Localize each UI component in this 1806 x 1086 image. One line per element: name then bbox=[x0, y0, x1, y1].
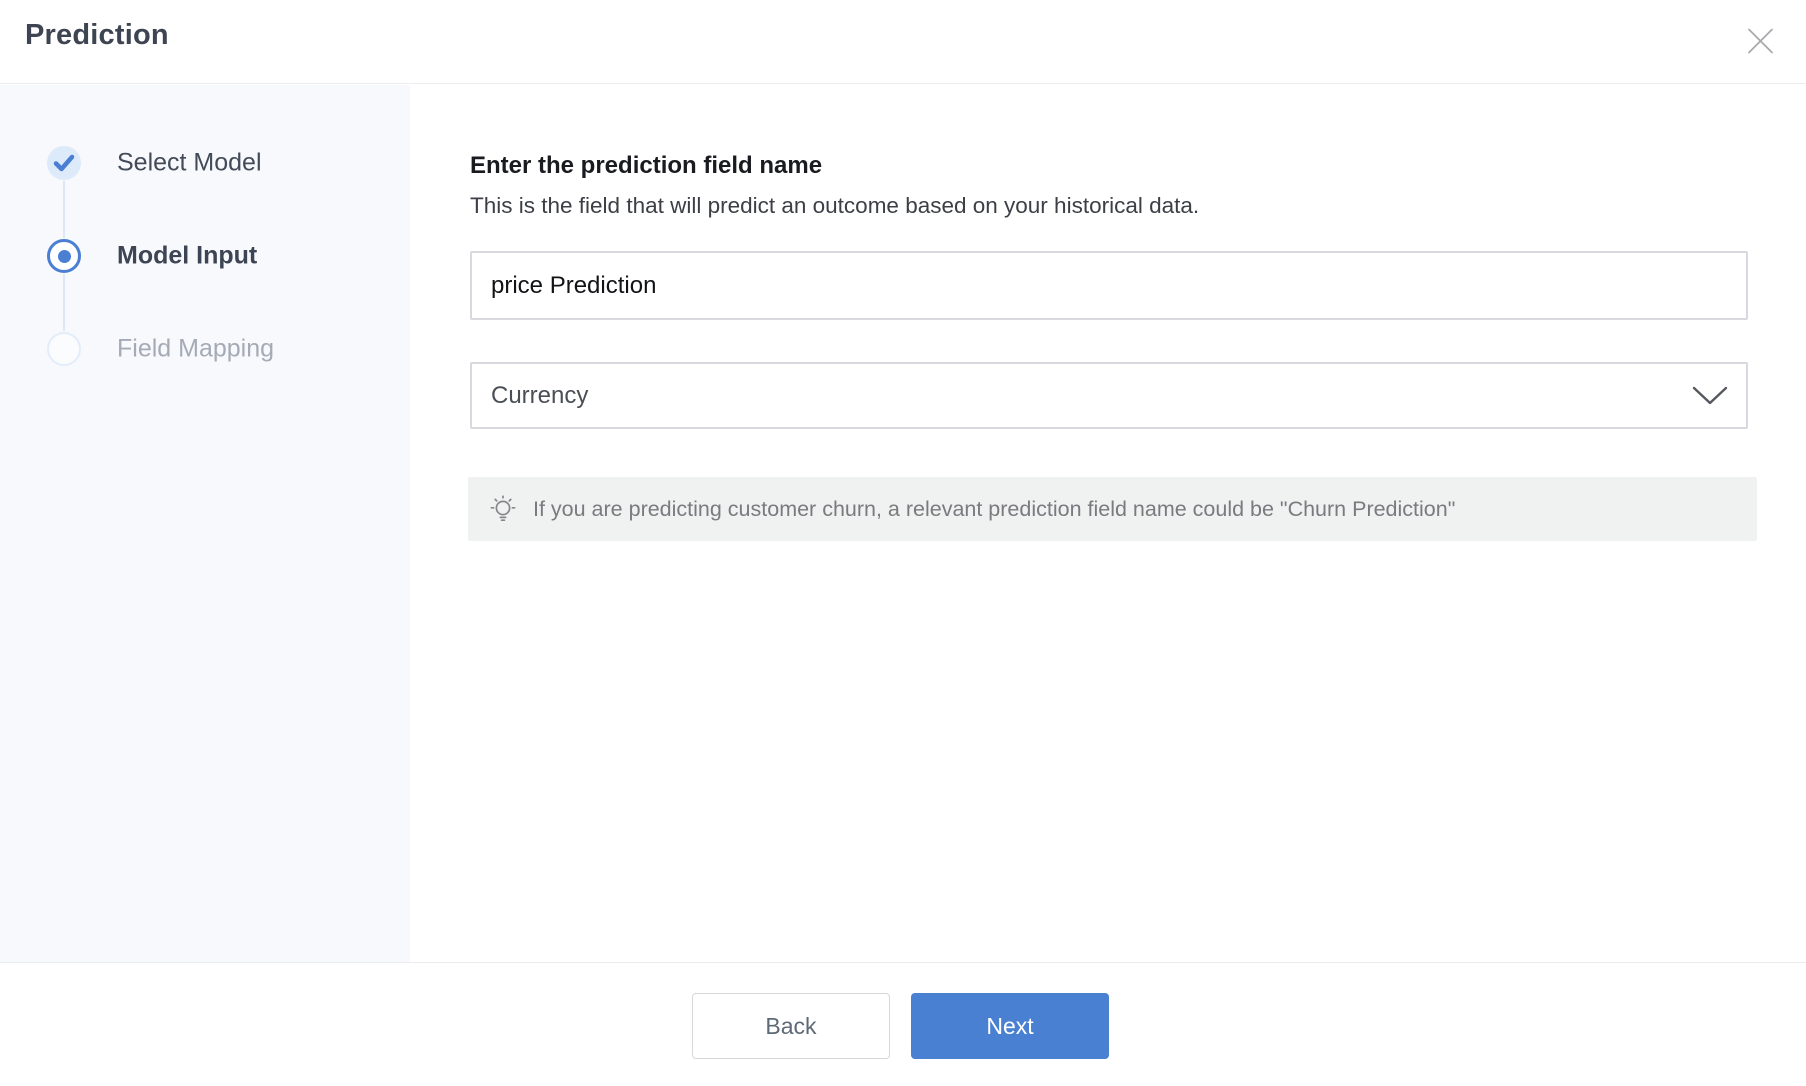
field-type-select[interactable]: Currency bbox=[470, 362, 1748, 429]
prediction-field-name-input[interactable] bbox=[470, 251, 1748, 320]
back-button[interactable]: Back bbox=[692, 993, 890, 1059]
close-icon bbox=[1747, 28, 1774, 54]
next-button[interactable]: Next bbox=[911, 993, 1109, 1059]
lightbulb-icon bbox=[488, 494, 518, 524]
dialog-footer: Back Next bbox=[0, 962, 1806, 1086]
prediction-dialog: Prediction Select Model Model Input Fiel… bbox=[0, 0, 1806, 1086]
close-button[interactable] bbox=[1742, 23, 1778, 59]
tip-banner: If you are predicting customer churn, a … bbox=[468, 477, 1757, 541]
form-description: This is the field that will predict an o… bbox=[470, 193, 1200, 218]
page-title: Prediction bbox=[25, 19, 169, 51]
form-heading: Enter the prediction field name bbox=[470, 152, 823, 179]
step-label: Field Mapping bbox=[117, 334, 275, 363]
step-label: Select Model bbox=[117, 148, 262, 177]
empty-circle-icon bbox=[47, 332, 81, 366]
check-icon bbox=[47, 146, 81, 180]
dialog-header: Prediction bbox=[0, 0, 1806, 84]
step-select-model[interactable]: Select Model bbox=[0, 146, 410, 180]
radio-dot-icon bbox=[47, 239, 81, 273]
stepper-sidebar: Select Model Model Input Field Mapping bbox=[0, 85, 410, 962]
field-type-value: Currency bbox=[491, 381, 589, 409]
tip-text: If you are predicting customer churn, a … bbox=[533, 496, 1456, 521]
step-model-input[interactable]: Model Input bbox=[0, 239, 410, 273]
model-input-panel: Enter the prediction field name This is … bbox=[410, 85, 1806, 962]
chevron-down-icon bbox=[1692, 386, 1728, 406]
step-field-mapping[interactable]: Field Mapping bbox=[0, 332, 410, 366]
step-connector bbox=[63, 181, 65, 238]
step-label: Model Input bbox=[117, 241, 258, 270]
step-connector bbox=[63, 274, 65, 331]
